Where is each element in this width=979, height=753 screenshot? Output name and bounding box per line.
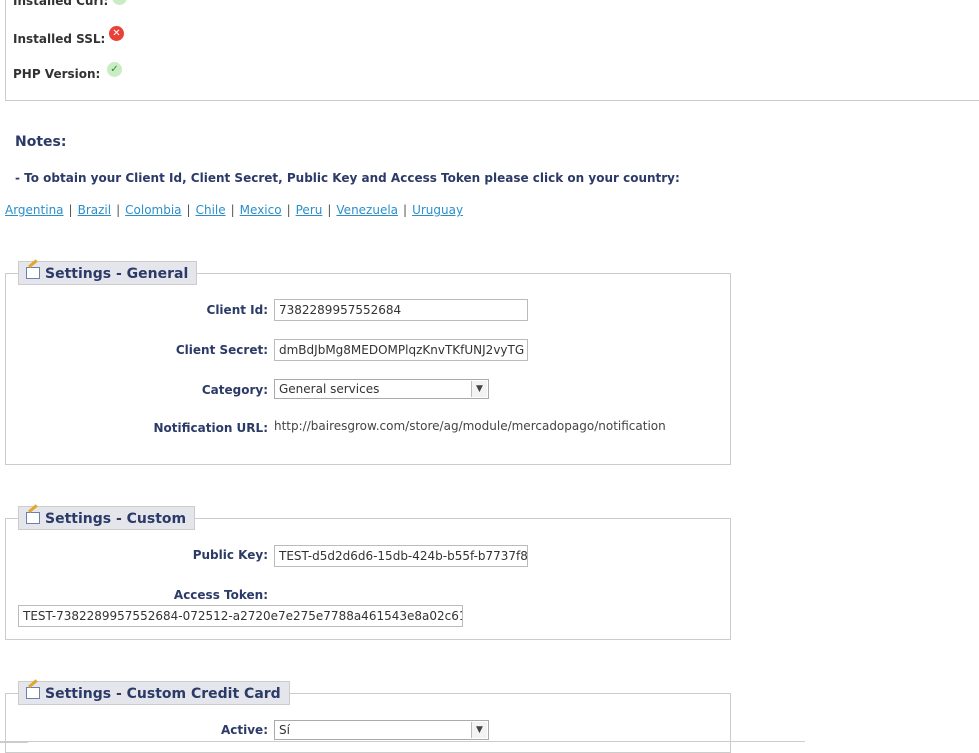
access-token-input[interactable]: TEST-7382289957552684-072512-a2720e7e275…	[18, 605, 463, 627]
country-link-mexico[interactable]: Mexico	[240, 203, 282, 217]
country-link-brazil[interactable]: Brazil	[78, 203, 112, 217]
edit-icon	[26, 512, 40, 524]
category-select[interactable]: General services ▼	[274, 379, 489, 399]
active-label: Active:	[220, 723, 268, 737]
settings-general-title: Settings - General	[45, 266, 189, 282]
country-link-uruguay[interactable]: Uruguay	[412, 203, 463, 217]
link-separator: |	[116, 203, 121, 217]
req-label-php: PHP Version:	[13, 67, 101, 81]
client-id-label: Client Id:	[206, 303, 268, 317]
link-separator: |	[68, 203, 73, 217]
notification-url-label: Notification URL:	[153, 421, 269, 435]
link-separator: |	[230, 203, 235, 217]
settings-credit-card-legend: Settings - Custom Credit Card	[18, 681, 290, 705]
active-select[interactable]: Sí ▼	[274, 720, 489, 740]
chevron-down-icon: ▼	[471, 722, 487, 738]
link-separator: |	[286, 203, 291, 217]
settings-custom-title: Settings - Custom	[45, 511, 187, 527]
public-key-label: Public Key:	[192, 548, 268, 562]
country-link-chile[interactable]: Chile	[196, 203, 226, 217]
link-separator: |	[327, 203, 332, 217]
edit-icon	[26, 267, 40, 279]
edit-icon	[26, 687, 40, 699]
settings-general-legend: Settings - General	[18, 261, 198, 285]
req-label-curl: Installed Curl:	[13, 0, 109, 8]
country-link-peru[interactable]: Peru	[296, 203, 323, 217]
client-secret-input[interactable]: dmBdJbMg8MEDOMPlqzKnvTKfUNJ2vyTG	[274, 339, 528, 361]
client-secret-label: Client Secret:	[175, 343, 268, 357]
req-label-ssl: Installed SSL:	[13, 32, 106, 46]
link-separator: |	[186, 203, 191, 217]
public-key-input[interactable]: TEST-d5d2d6d6-15db-424b-b55f-b7737f8d1	[274, 545, 528, 567]
country-links: Argentina | Brazil | Colombia | Chile | Mexico | P…	[5, 203, 463, 217]
requirements-panel	[5, 0, 979, 101]
active-selected-value: Sí	[279, 723, 290, 737]
client-id-input[interactable]: 7382289957552684	[274, 299, 528, 321]
notes-title: Notes:	[15, 134, 67, 150]
link-separator: |	[403, 203, 408, 217]
settings-credit-card-title: Settings - Custom Credit Card	[45, 686, 281, 702]
error-x-icon: ✕	[109, 26, 124, 41]
country-link-colombia[interactable]: Colombia	[125, 203, 181, 217]
notification-url-value: http://bairesgrow.com/store/ag/module/me…	[274, 419, 666, 433]
chevron-down-icon: ▼	[471, 381, 487, 397]
category-label: Category:	[201, 383, 268, 397]
country-link-argentina[interactable]: Argentina	[5, 203, 64, 217]
check-icon: ✓	[107, 62, 122, 77]
access-token-label: Access Token:	[173, 588, 268, 602]
notes-text: - To obtain your Client Id, Client Secre…	[15, 171, 680, 185]
country-link-venezuela[interactable]: Venezuela	[336, 203, 398, 217]
category-selected-value: General services	[279, 382, 380, 396]
settings-custom-legend: Settings - Custom	[18, 506, 196, 530]
